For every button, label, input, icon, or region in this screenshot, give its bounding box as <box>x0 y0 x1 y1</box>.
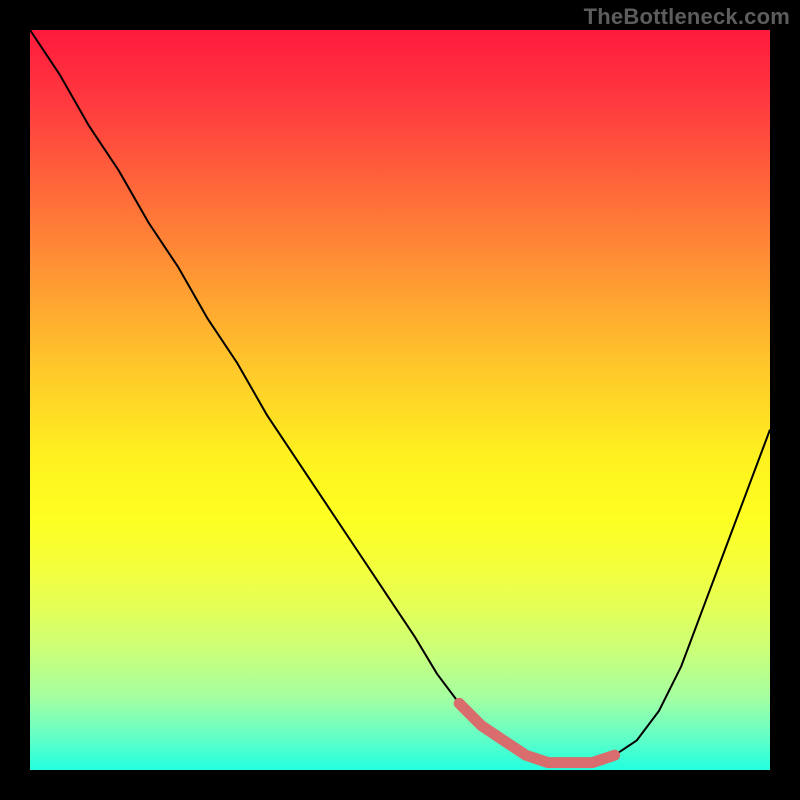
bottleneck-curve <box>30 30 770 763</box>
curve-overlay <box>30 30 770 770</box>
watermark-text: TheBottleneck.com <box>584 4 790 30</box>
highlight-segment <box>459 703 614 762</box>
chart-frame: TheBottleneck.com <box>0 0 800 800</box>
